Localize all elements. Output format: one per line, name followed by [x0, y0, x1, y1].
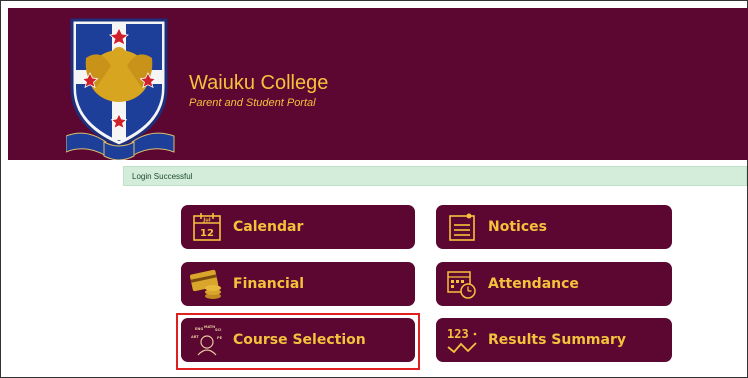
notices-label: Notices	[488, 219, 547, 235]
financial-button[interactable]: Financial	[181, 262, 415, 306]
results-summary-label: Results Summary	[488, 332, 626, 348]
svg-text:12: 12	[200, 228, 214, 239]
school-crest-logo	[66, 18, 175, 160]
svg-text:Jul: Jul	[202, 218, 210, 224]
notices-button[interactable]: Notices	[436, 205, 672, 249]
attendance-button[interactable]: Attendance	[436, 262, 672, 306]
login-success-alert: Login Successful	[123, 166, 747, 186]
notices-icon	[442, 209, 482, 245]
credit-card-coins-icon	[187, 266, 227, 302]
calendar-label: Calendar	[233, 219, 304, 235]
portal-subtitle: Parent and Student Portal	[189, 97, 316, 109]
results-123-icon: 123	[442, 322, 482, 358]
school-name: Waiuku College	[189, 72, 329, 94]
results-icon-digits: 123	[447, 327, 469, 341]
financial-label: Financial	[233, 276, 305, 292]
attendance-calendar-clock-icon	[442, 266, 482, 302]
calendar-button[interactable]: Jul 12 Calendar	[181, 205, 415, 249]
selection-highlight-box	[176, 313, 420, 370]
page-header: Waiuku College Parent and Student Portal	[8, 8, 748, 160]
attendance-label: Attendance	[488, 276, 579, 292]
results-summary-button[interactable]: 123 Results Summary	[436, 318, 672, 362]
calendar-icon: Jul 12	[187, 209, 227, 245]
